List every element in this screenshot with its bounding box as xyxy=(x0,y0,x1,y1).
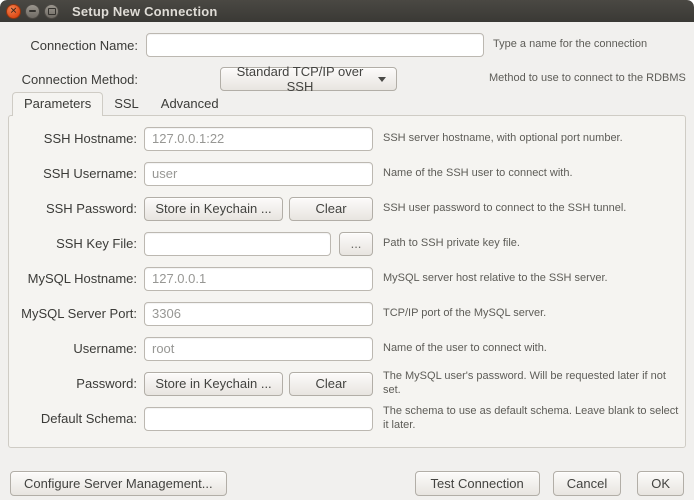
username-label: Username: xyxy=(9,341,137,356)
username-row: Username: Name of the user to connect wi… xyxy=(9,331,685,366)
tab-bar: Parameters SSL Advanced xyxy=(8,91,686,115)
window-minimize-button[interactable] xyxy=(25,4,40,19)
ssh-password-hint: SSH user password to connect to the SSH … xyxy=(383,202,626,216)
mysql-clear-password-button[interactable]: Clear xyxy=(289,372,373,396)
mysql-port-input[interactable] xyxy=(144,302,373,326)
window-close-button[interactable]: ✕ xyxy=(6,4,21,19)
default-schema-label: Default Schema: xyxy=(9,411,137,426)
minimize-icon xyxy=(29,10,36,12)
ssh-keyfile-input[interactable] xyxy=(144,232,331,256)
default-schema-hint: The schema to use as default schema. Lea… xyxy=(383,405,679,433)
password-row: Password: Store in Keychain ... Clear Th… xyxy=(9,366,685,401)
username-input[interactable] xyxy=(144,337,373,361)
ssh-password-row: SSH Password: Store in Keychain ... Clea… xyxy=(9,191,685,226)
connection-method-label: Connection Method: xyxy=(8,72,138,87)
ssh-keyfile-hint: Path to SSH private key file. xyxy=(383,237,520,251)
tab-ssl[interactable]: SSL xyxy=(103,93,150,115)
window-titlebar[interactable]: ✕ Setup New Connection xyxy=(0,0,694,22)
ssh-hostname-hint: SSH server hostname, with optional port … xyxy=(383,132,623,146)
mysql-port-label: MySQL Server Port: xyxy=(9,306,137,321)
connection-method-value: Standard TCP/IP over SSH xyxy=(231,64,369,94)
password-label: Password: xyxy=(9,376,137,391)
ssh-keyfile-row: SSH Key File: ... Path to SSH private ke… xyxy=(9,226,685,261)
mysql-port-row: MySQL Server Port: TCP/IP port of the My… xyxy=(9,296,685,331)
ssh-username-input[interactable] xyxy=(144,162,373,186)
username-hint: Name of the user to connect with. xyxy=(383,342,547,356)
default-schema-row: Default Schema: The schema to use as def… xyxy=(9,401,685,436)
setup-new-connection-dialog: ✕ Setup New Connection Connection Name: … xyxy=(0,0,694,500)
ssh-keyfile-label: SSH Key File: xyxy=(9,236,137,251)
cancel-button[interactable]: Cancel xyxy=(553,471,621,496)
configure-server-management-button[interactable]: Configure Server Management... xyxy=(10,471,227,496)
ssh-hostname-input[interactable] xyxy=(144,127,373,151)
mysql-store-keychain-button[interactable]: Store in Keychain ... xyxy=(144,372,283,396)
ssh-username-hint: Name of the SSH user to connect with. xyxy=(383,167,573,181)
connection-method-row: Connection Method: Standard TCP/IP over … xyxy=(8,67,686,91)
ssh-clear-password-button[interactable]: Clear xyxy=(289,197,373,221)
ssh-hostname-label: SSH Hostname: xyxy=(9,131,137,146)
test-connection-button[interactable]: Test Connection xyxy=(415,471,540,496)
ssh-username-row: SSH Username: Name of the SSH user to co… xyxy=(9,156,685,191)
ok-button[interactable]: OK xyxy=(637,471,684,496)
parameters-panel: SSH Hostname: SSH server hostname, with … xyxy=(8,115,686,448)
connection-method-hint: Method to use to connect to the RDBMS xyxy=(489,72,686,86)
ssh-keyfile-browse-button[interactable]: ... xyxy=(339,232,373,256)
mysql-hostname-row: MySQL Hostname: MySQL server host relati… xyxy=(9,261,685,296)
mysql-hostname-input[interactable] xyxy=(144,267,373,291)
connection-name-input[interactable] xyxy=(146,33,484,57)
mysql-hostname-hint: MySQL server host relative to the SSH se… xyxy=(383,272,608,286)
close-icon: ✕ xyxy=(10,6,18,15)
maximize-icon xyxy=(48,8,56,15)
chevron-down-icon xyxy=(378,77,386,82)
mysql-port-hint: TCP/IP port of the MySQL server. xyxy=(383,307,546,321)
ssh-hostname-row: SSH Hostname: SSH server hostname, with … xyxy=(9,121,685,156)
default-schema-input[interactable] xyxy=(144,407,373,431)
connection-name-row: Connection Name: Type a name for the con… xyxy=(8,33,686,57)
connection-name-label: Connection Name: xyxy=(8,38,138,53)
tab-parameters[interactable]: Parameters xyxy=(12,92,103,116)
connection-name-hint: Type a name for the connection xyxy=(493,38,647,52)
mysql-hostname-label: MySQL Hostname: xyxy=(9,271,137,286)
connection-method-dropdown[interactable]: Standard TCP/IP over SSH xyxy=(220,67,397,91)
window-maximize-button[interactable] xyxy=(44,4,59,19)
tab-advanced[interactable]: Advanced xyxy=(150,93,230,115)
password-hint: The MySQL user's password. Will be reque… xyxy=(383,370,679,398)
ssh-store-keychain-button[interactable]: Store in Keychain ... xyxy=(144,197,283,221)
ssh-password-label: SSH Password: xyxy=(9,201,137,216)
dialog-footer: Configure Server Management... Test Conn… xyxy=(8,471,686,496)
window-title: Setup New Connection xyxy=(72,4,218,19)
ssh-username-label: SSH Username: xyxy=(9,166,137,181)
